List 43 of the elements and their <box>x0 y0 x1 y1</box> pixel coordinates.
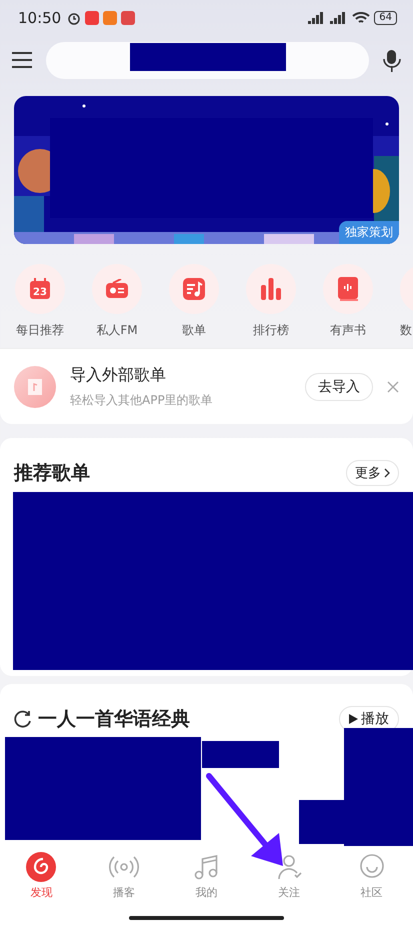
chevron-right-icon <box>384 468 390 478</box>
playlist-cover-icon <box>14 366 56 408</box>
playlist-icon <box>183 278 205 300</box>
refresh-icon[interactable] <box>14 710 32 728</box>
app-notification-icon <box>103 11 118 25</box>
import-title: 导入外部歌单 <box>70 364 167 386</box>
banner-tag: 独家策划 <box>339 221 399 244</box>
status-time: 10:50 <box>18 9 62 27</box>
calendar-icon: 23 <box>29 278 51 300</box>
book-icon <box>338 277 358 301</box>
microphone-icon[interactable] <box>383 48 401 72</box>
play-icon <box>349 714 358 724</box>
nav-tab[interactable]: 发现 <box>0 852 83 900</box>
shortcut-button[interactable] <box>246 264 296 314</box>
import-subtitle: 轻松导入其他APP里的歌单 <box>70 392 214 408</box>
music-logo-icon <box>26 852 56 882</box>
shortcut-button[interactable] <box>323 264 373 314</box>
bar-chart-icon <box>260 278 282 300</box>
shortcut-button[interactable] <box>92 264 142 314</box>
close-icon[interactable] <box>387 380 399 392</box>
battery-level: 64 <box>374 11 397 25</box>
nav-tab[interactable]: 播客 <box>82 852 166 900</box>
import-button[interactable]: 去导入 <box>305 372 373 400</box>
nav-tab[interactable]: 关注 <box>248 852 330 900</box>
menu-icon[interactable] <box>12 52 32 68</box>
more-button[interactable]: 更多 <box>346 460 399 486</box>
shortcut-label: 私人FM <box>96 322 138 339</box>
app-notification-icon <box>85 11 100 25</box>
shortcut-label: 每日推荐 <box>16 322 64 339</box>
shortcut-button[interactable]: 23 <box>15 264 65 314</box>
wifi-icon <box>352 12 370 24</box>
shortcut-label: 有声书 <box>330 322 366 339</box>
shortcut-label: 歌单 <box>182 322 206 339</box>
section-title: 一人一首华语经典 <box>38 707 190 732</box>
nav-tab[interactable]: 社区 <box>330 852 413 900</box>
alarm-icon <box>67 11 82 25</box>
app-notification-icon <box>121 11 136 25</box>
radio-icon <box>105 279 129 299</box>
shortcut-label: 排行榜 <box>253 322 289 339</box>
section-title: 推荐歌单 <box>14 461 90 486</box>
nav-tab[interactable]: 我的 <box>165 852 248 900</box>
shortcut-label: 数 <box>400 322 412 339</box>
shortcut-button[interactable] <box>169 264 219 314</box>
